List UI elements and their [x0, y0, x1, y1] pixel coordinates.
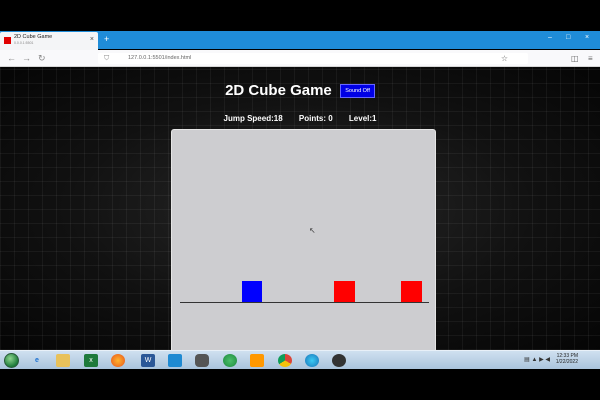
- word-icon[interactable]: W: [141, 354, 155, 367]
- obstacle-cube: [401, 281, 422, 302]
- maximize-button[interactable]: □: [566, 33, 570, 43]
- system-tray-icons[interactable]: ▤ ▲ ▶ ◀: [524, 356, 550, 364]
- sound-toggle-button[interactable]: Sound Off: [340, 83, 375, 98]
- clock-date: 1/22/2022: [555, 359, 578, 365]
- ie-icon[interactable]: e: [30, 354, 44, 367]
- start-orb-icon[interactable]: [4, 353, 19, 368]
- reload-icon[interactable]: ↻: [38, 52, 46, 64]
- back-icon[interactable]: ←: [7, 52, 16, 64]
- minimize-button[interactable]: –: [548, 33, 552, 43]
- edge-icon[interactable]: [305, 354, 319, 367]
- address-bar[interactable]: ⛉ 127.0.0.1:5501/index.html ☆: [98, 53, 528, 64]
- ground-line: [180, 302, 429, 303]
- screen: 2D Cube Game 0.0.0.1:5501 × + – □ × ← → …: [0, 0, 600, 400]
- tab-close-icon[interactable]: ×: [90, 36, 94, 44]
- file-explorer-icon[interactable]: [56, 354, 70, 367]
- app-icon[interactable]: [195, 354, 209, 367]
- mouse-cursor-icon: ↖: [309, 226, 316, 235]
- favicon-icon: [4, 37, 11, 44]
- taskbar: e x W ▤ ▲ ▶ ◀ 12:33 PM 1/22/2022: [0, 350, 600, 369]
- forward-icon[interactable]: →: [22, 52, 31, 64]
- tab-title: 2D Cube Game: [14, 34, 53, 40]
- obs-icon[interactable]: [332, 354, 346, 367]
- new-tab-button[interactable]: +: [104, 34, 109, 44]
- clock[interactable]: 12:33 PM 1/22/2022: [556, 353, 578, 365]
- vscode-icon[interactable]: [168, 354, 182, 367]
- obstacle-cube: [334, 281, 355, 302]
- bookmark-star-icon[interactable]: ☆: [501, 53, 508, 64]
- menu-icon[interactable]: ≡: [588, 53, 593, 64]
- points-stat: Points: 0: [298, 114, 333, 123]
- chrome-alt-icon[interactable]: [278, 354, 292, 367]
- chrome-icon[interactable]: [223, 354, 237, 367]
- shield-icon: ⛉: [104, 55, 110, 62]
- stats-row: Jump Speed:18 Points: 0 Level:1: [0, 114, 600, 123]
- title-row: 2D Cube Game Sound Off: [0, 82, 600, 100]
- game-title: 2D Cube Game: [225, 82, 332, 100]
- navigation-bar: ← → ↻ ⛉ 127.0.0.1:5501/index.html ☆ ◫ ≡: [0, 50, 600, 67]
- excel-icon[interactable]: x: [84, 354, 98, 367]
- page-content: 2D Cube Game Sound Off Jump Speed:18 Poi…: [0, 67, 600, 350]
- browser-tab[interactable]: 2D Cube Game 0.0.0.1:5501 ×: [0, 32, 98, 50]
- jump-speed-stat: Jump Speed:18: [223, 114, 283, 123]
- game-canvas[interactable]: ↖: [171, 129, 436, 350]
- close-window-button[interactable]: ×: [585, 33, 589, 43]
- pocket-icon[interactable]: ◫: [571, 53, 579, 64]
- url-text: 127.0.0.1:5501/index.html: [128, 55, 192, 61]
- level-stat: Level:1: [348, 114, 377, 123]
- player-cube: [242, 281, 262, 302]
- tab-subtitle: 0.0.0.1:5501: [14, 41, 34, 45]
- sublime-icon[interactable]: [250, 354, 264, 367]
- firefox-icon[interactable]: [111, 354, 125, 367]
